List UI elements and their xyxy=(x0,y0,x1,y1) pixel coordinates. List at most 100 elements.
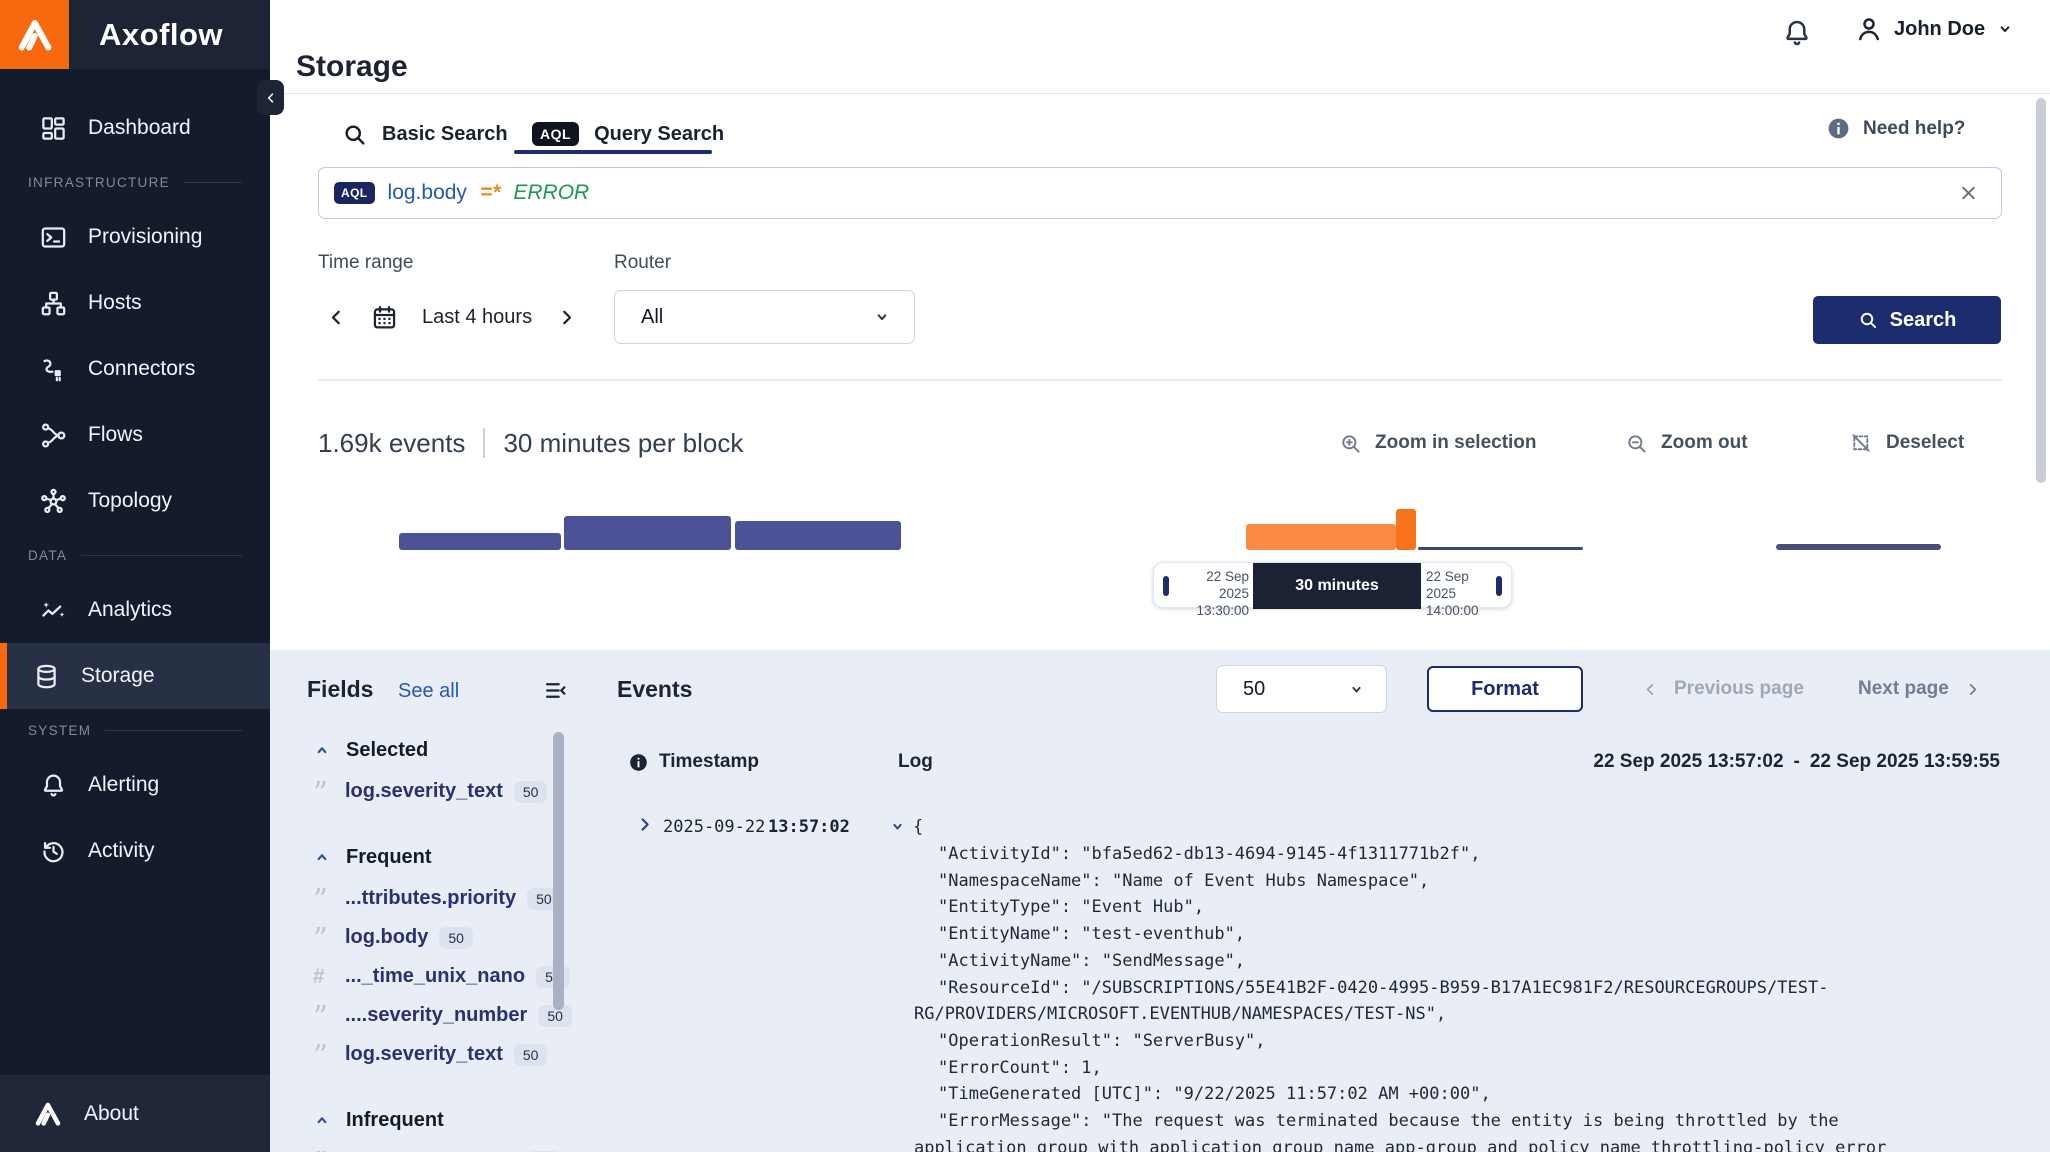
sidebar-item-storage[interactable]: Storage xyxy=(0,643,270,709)
sidebar-item-analytics[interactable]: Analytics xyxy=(0,577,270,643)
selection-start-time: 13:30:00 xyxy=(1173,602,1249,619)
page-size-select[interactable]: 50 xyxy=(1216,665,1387,713)
fields-section-label: Frequent xyxy=(346,846,432,869)
time-range-prev-icon[interactable] xyxy=(326,307,347,328)
need-help-label: Need help? xyxy=(1863,118,1965,140)
field-item[interactable]: ”...ttributes.priority50 xyxy=(300,1142,565,1152)
fields-section-header[interactable]: Selected xyxy=(300,728,565,772)
plug-icon xyxy=(40,356,67,383)
fields-section-frequent: Frequent”...ttributes.priority50”log.bod… xyxy=(300,835,565,1074)
database-icon xyxy=(33,663,60,690)
bell-icon xyxy=(40,772,67,799)
format-button[interactable]: Format xyxy=(1427,666,1583,712)
histogram-bar-events[interactable] xyxy=(735,521,901,550)
json-open-brace: { xyxy=(913,817,923,837)
section-rule xyxy=(105,730,242,731)
field-item[interactable]: ”log.body50 xyxy=(300,918,565,957)
deselect-button[interactable]: Deselect xyxy=(1850,424,1964,462)
user-name: John Doe xyxy=(1894,18,1985,41)
quote-icon: ” xyxy=(313,894,345,904)
sidebar-item-activity[interactable]: Activity xyxy=(0,818,270,884)
tab-basic-search[interactable]: Basic Search xyxy=(342,112,508,156)
results-section: Fields See all Selected”log.severity_tex… xyxy=(270,650,2050,1152)
field-label: ...ttributes.priority xyxy=(345,887,516,910)
search-button-label: Search xyxy=(1890,309,1957,332)
zoom-in-icon xyxy=(1339,432,1362,455)
need-help-link[interactable]: Need help? xyxy=(1826,116,1965,141)
field-label: log.severity_text xyxy=(345,1043,503,1066)
logo-row: Axoflow xyxy=(0,0,270,69)
histogram-bar-selected_peak[interactable] xyxy=(1396,509,1416,550)
field-count-badge: 50 xyxy=(439,927,473,949)
about-logo-icon xyxy=(33,1099,63,1129)
clear-query-icon[interactable] xyxy=(1958,183,1979,204)
histogram-bar-events[interactable] xyxy=(564,516,731,550)
json-line: RG/PROVIDERS/MICROSOFT.EVENTHUB/NAMESPAC… xyxy=(912,1001,2032,1028)
histogram-bar-selected[interactable] xyxy=(1246,524,1396,550)
format-button-label: Format xyxy=(1471,678,1539,701)
field-item[interactable]: ”log.severity_text50 xyxy=(300,1035,565,1074)
events-time-range: 22 Sep 2025 13:57:02 - 22 Sep 2025 13:59… xyxy=(1593,746,2000,778)
range-start: 22 Sep 2025 13:57:02 xyxy=(1593,751,1783,773)
see-all-link[interactable]: See all xyxy=(398,680,459,703)
time-range-next-icon[interactable] xyxy=(556,307,577,328)
field-item[interactable]: ”....severity_number50 xyxy=(300,996,565,1035)
query-input[interactable]: AQL log.body =* ERROR xyxy=(318,167,2002,219)
selection-left-handle[interactable] xyxy=(1163,576,1169,596)
time-range-value[interactable]: Last 4 hours xyxy=(422,306,532,329)
sidebar-item-label: Provisioning xyxy=(88,225,202,249)
histogram-bar-events[interactable] xyxy=(399,533,561,550)
field-item[interactable]: ”...ttributes.priority50 xyxy=(300,879,565,918)
fields-list: Selected”log.severity_text50Frequent”...… xyxy=(300,728,565,1152)
field-item[interactable]: #..._time_unix_nano50 xyxy=(300,957,565,996)
collapse-fields-panel-icon[interactable] xyxy=(543,678,568,703)
json-line: "EntityName": "test-eventhub", xyxy=(912,921,2032,948)
fields-section-header[interactable]: Infrequent xyxy=(300,1098,565,1142)
sidebar-item-alerting[interactable]: Alerting xyxy=(0,752,270,818)
collapse-json-icon[interactable] xyxy=(888,817,907,836)
selection-duration[interactable]: 30 minutes xyxy=(1253,563,1421,609)
deselect-label: Deselect xyxy=(1886,432,1964,454)
page-scrollbar[interactable] xyxy=(2036,98,2046,483)
fields-scrollbar[interactable] xyxy=(553,732,564,1010)
sidebar-section-label: DATA xyxy=(28,548,67,563)
chevron-left-icon xyxy=(1642,681,1659,698)
selection-right-handle[interactable] xyxy=(1496,576,1502,596)
histogram-bar-baseline[interactable] xyxy=(1418,547,1583,550)
fields-section-label: Infrequent xyxy=(346,1109,444,1132)
next-page-button[interactable]: Next page xyxy=(1858,670,1981,708)
sidebar-item-about[interactable]: About xyxy=(0,1075,270,1152)
zoom-in-selection-button[interactable]: Zoom in selection xyxy=(1339,424,1537,462)
previous-page-button[interactable]: Previous page xyxy=(1642,670,1804,708)
search-button[interactable]: Search xyxy=(1813,296,2001,344)
hub-icon xyxy=(40,488,67,515)
sidebar-item-hosts[interactable]: Hosts xyxy=(0,270,270,336)
tab-basic-search-label: Basic Search xyxy=(382,123,508,146)
query-value-token: ERROR xyxy=(513,181,589,205)
sidebar-item-topology[interactable]: Topology xyxy=(0,468,270,534)
quote-icon: ” xyxy=(313,1011,345,1021)
event-time: 13:57:02 xyxy=(768,817,850,837)
main-area: Storage John Doe Basic Search AQL Query … xyxy=(270,0,2050,1152)
section-rule xyxy=(184,182,242,183)
zoom-out-button[interactable]: Zoom out xyxy=(1625,424,1748,462)
histogram-bar-low[interactable] xyxy=(1776,544,1941,550)
search-icon xyxy=(342,122,367,147)
sidebar-item-connectors[interactable]: Connectors xyxy=(0,336,270,402)
field-item[interactable]: ”log.severity_text50 xyxy=(300,772,565,811)
router-select[interactable]: All xyxy=(614,290,915,344)
notifications-bell-icon[interactable] xyxy=(1782,18,1812,48)
expand-row-icon[interactable] xyxy=(635,815,654,834)
user-menu[interactable]: John Doe xyxy=(1854,14,2015,44)
sidebar-item-provisioning[interactable]: Provisioning xyxy=(0,204,270,270)
fields-section-header[interactable]: Frequent xyxy=(300,835,565,879)
range-end: 22 Sep 2025 13:59:55 xyxy=(1810,751,2000,773)
time-range-label: Time range xyxy=(318,252,413,274)
sidebar-item-flows[interactable]: Flows xyxy=(0,402,270,468)
sparkline-icon xyxy=(40,597,67,624)
terminal-icon xyxy=(40,224,67,251)
field-count-badge: 50 xyxy=(514,781,548,803)
sidebar-item-dashboard[interactable]: Dashboard xyxy=(0,95,270,161)
section-rule xyxy=(81,555,242,556)
sidebar-collapse-button[interactable] xyxy=(257,80,284,115)
